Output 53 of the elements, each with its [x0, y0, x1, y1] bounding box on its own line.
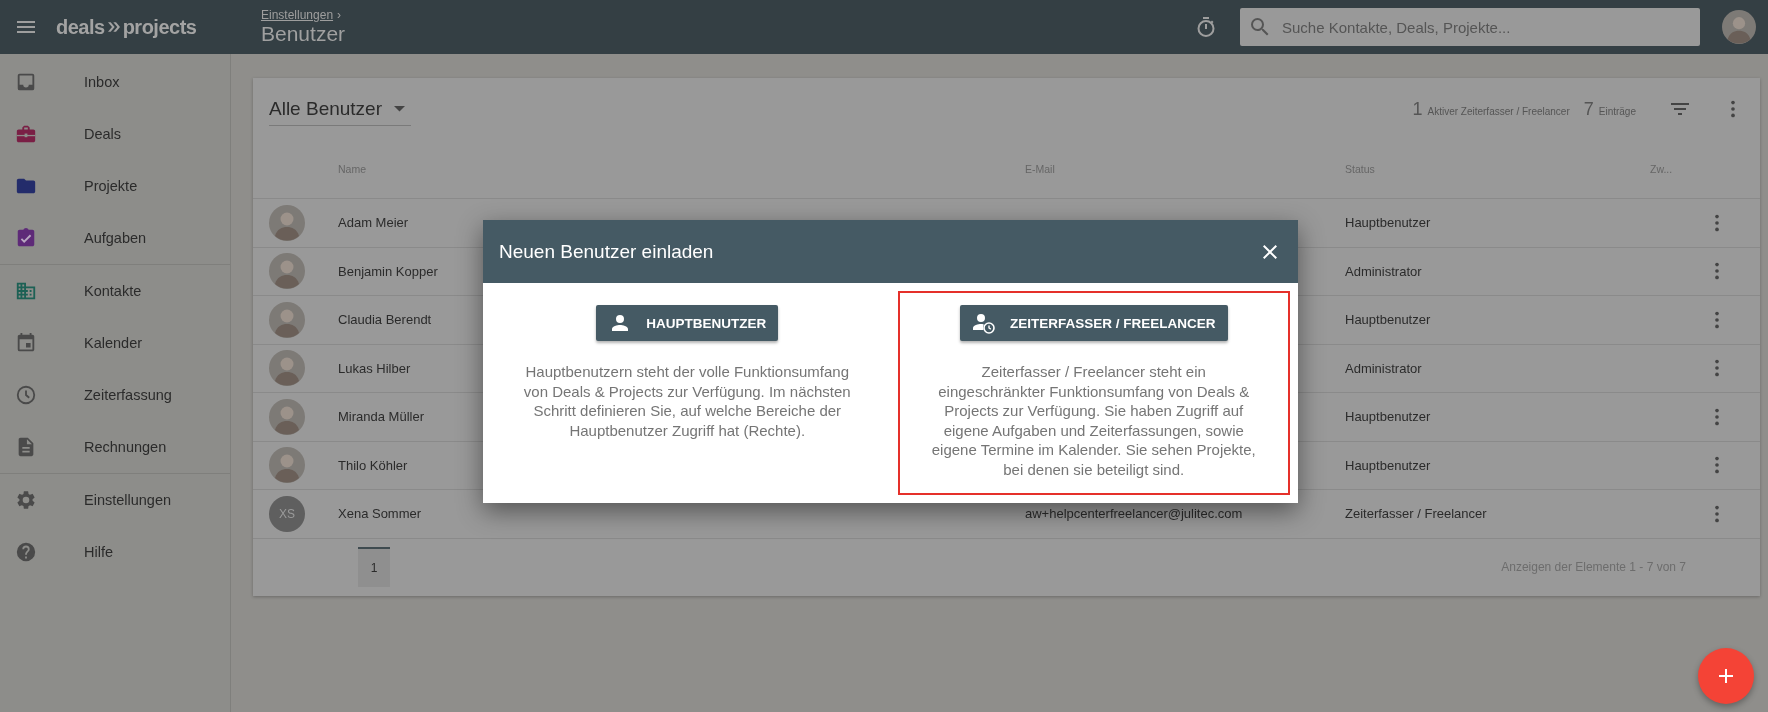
sidebar-item[interactable]: Einstellungen [0, 474, 230, 526]
sidebar-item[interactable]: Kontakte [0, 265, 230, 317]
table-cell: Zeiterfasser / Freelancer [1345, 506, 1487, 522]
table-cell: Administrator [1345, 360, 1422, 376]
user-avatar [269, 253, 305, 290]
sidebar-item[interactable]: Aufgaben [0, 212, 230, 264]
sidebar-item[interactable]: Hilfe [0, 526, 230, 578]
table-cell: aw+helpcenterfreelancer@julitec.com [1025, 506, 1243, 522]
role-button[interactable]: HAUPTBENUTZER [596, 305, 779, 341]
role-button[interactable]: ZEITERFASSER / FREELANCER [960, 305, 1228, 341]
dialog-title: Neuen Benutzer einladen [499, 240, 715, 263]
user-avatar [269, 204, 305, 241]
stat-label: Einträge [1598, 105, 1636, 117]
page-title: Benutzer [261, 22, 346, 46]
table-cell: Hauptbenutzer [1345, 215, 1431, 231]
table-cell: Xena Sommer [338, 506, 422, 522]
dropdown-arrow-icon [394, 106, 405, 112]
role-description: Hauptbenutzern steht der volle Funktionsumfang von Deals & Projects zur Verfügung. Im nächsten Schritt definieren Sie, auf welche Bereiche der Hauptbenutzer Zugriff hat (Rechte). [523, 362, 852, 440]
user-avatar [269, 398, 305, 435]
stat-label: Aktiver Zeiterfasser / Freelancer [1427, 105, 1570, 117]
page-button[interactable]: 1 [358, 547, 390, 587]
table-cell: Thilo Köhler [338, 457, 408, 473]
user-avatar [1722, 10, 1756, 44]
table-cell: Lukas Hilber [338, 360, 411, 376]
table-cell: Miranda Müller [338, 409, 424, 425]
stat-count: 1 [1412, 98, 1423, 120]
breadcrumb-separator: › [337, 8, 342, 22]
role-description: Zeiterfasser / Freelancer steht ein eingeschränkter Funktionsumfang von Deals & Projects zur Verfügung. Sie haben Zugriff auf eigene Aufgaben und Zeiterfassungen, sowie eigene Termine im Kalender. Sie sehen Projekte, bei denen sie beteiligt sind. [930, 362, 1257, 479]
breadcrumb-link[interactable]: Einstellungen [261, 8, 334, 22]
sidebar-item[interactable]: Zeiterfassung [0, 369, 230, 421]
chevrons-icon [105, 19, 122, 35]
sidebar-item[interactable]: Rechnungen [0, 421, 230, 473]
table-cell: Benjamin Kopper [338, 263, 438, 279]
table-cell: Administrator [1345, 263, 1422, 279]
sidebar-item[interactable]: Deals [0, 108, 230, 160]
initials-avatar: XS [269, 495, 305, 532]
sidebar-item[interactable]: Inbox [0, 56, 230, 108]
search-field[interactable]: Suche Kontakte, Deals, Projekte... [1240, 8, 1700, 46]
user-avatar [269, 350, 305, 387]
user-avatar [269, 301, 305, 338]
brand-name: projects [122, 15, 197, 39]
person-clock-icon [972, 311, 996, 335]
brand-name: deals [56, 15, 105, 39]
table-cell: Claudia Berendt [338, 312, 432, 328]
table-cell: Hauptbenutzer [1345, 312, 1431, 328]
sidebar-item[interactable]: Kalender [0, 317, 230, 369]
sidebar-item[interactable]: Projekte [0, 160, 230, 212]
table-cell: Adam Meier [338, 215, 409, 231]
table-cell: Hauptbenutzer [1345, 409, 1431, 425]
stat-count: 7 [1583, 98, 1594, 120]
table-cell: Hauptbenutzer [1345, 457, 1431, 473]
filter-dropdown[interactable]: Alle Benutzer [269, 92, 411, 126]
user-avatar [269, 447, 305, 484]
